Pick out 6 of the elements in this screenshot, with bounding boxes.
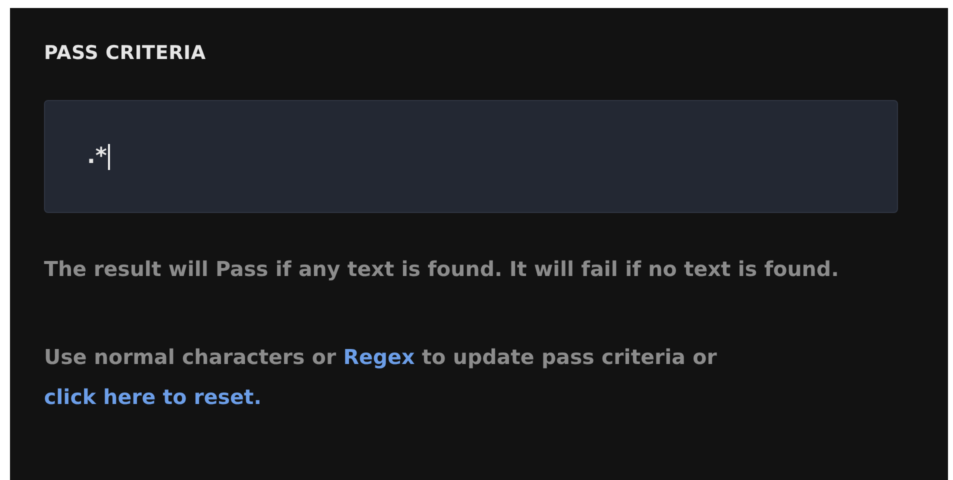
link[interactable]: Regex bbox=[343, 345, 415, 369]
hint-text: Use normal characters or Regex to update pass criteria or click here to reset. bbox=[44, 344, 718, 411]
link[interactable]: click here to reset. bbox=[44, 385, 262, 409]
description-text: The result will Pass if any text is found. It will fail if no text is found. bbox=[44, 256, 840, 283]
criteria-field[interactable]: .* bbox=[44, 100, 898, 213]
section-title: PASS CRITERIA bbox=[44, 42, 206, 64]
